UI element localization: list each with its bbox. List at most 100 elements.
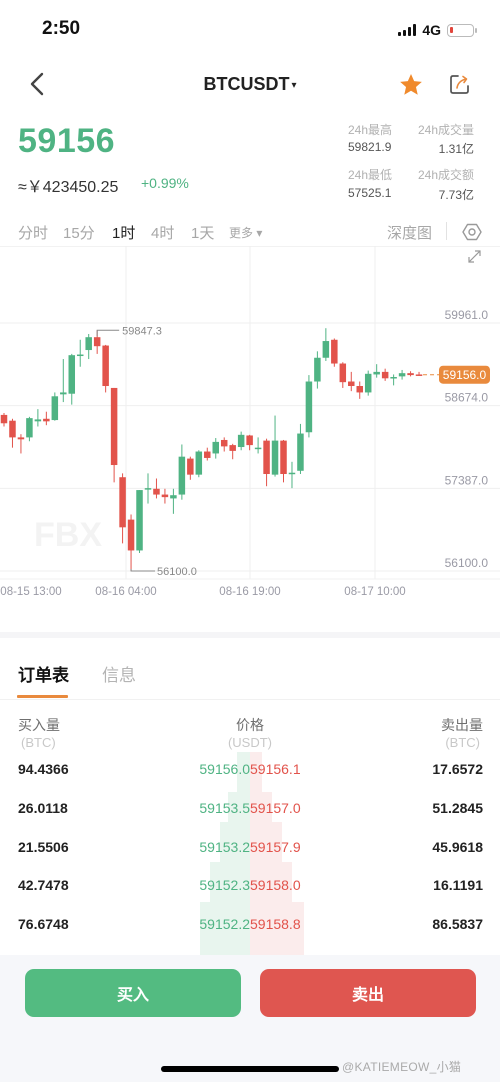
symbol-title: BTCUSDT [203, 74, 290, 94]
bid-price: 59153.2 [199, 839, 250, 855]
tab-info[interactable]: 信息 [102, 661, 136, 686]
bid-qty: 94.4366 [18, 761, 69, 777]
candlestick-chart[interactable]: FBX 59961.0 58674.0 57387.0 56100.0 59847.3 56… [0, 246, 500, 606]
candle-body [119, 477, 126, 528]
candle-body [415, 374, 423, 376]
candle-body [212, 441, 219, 454]
candle-body [339, 363, 347, 383]
share-button[interactable] [449, 73, 471, 95]
timeframe-bar: 分时 15分 1时 4时 1天 更多 ▾ 深度图 [0, 222, 500, 242]
candle-body [110, 387, 118, 466]
ask-qty-header: 卖出量 [441, 717, 483, 733]
candle-body [93, 337, 101, 347]
timeframe-more-dropdown[interactable]: 更多 ▾ [229, 224, 262, 241]
y-axis-tick-label: 58674.0 [445, 391, 489, 405]
x-axis-tick-label: 08-15 13:00 [0, 586, 61, 598]
caret-down-icon: ▾ [291, 79, 297, 91]
x-axis-tick-label: 08-16 19:00 [219, 586, 280, 598]
candle-body [381, 371, 389, 379]
candle-body [373, 371, 380, 375]
symbol-selector[interactable]: BTCUSDT ▾ [0, 74, 500, 95]
favorite-button[interactable] [398, 72, 424, 98]
candle-body [76, 354, 84, 357]
candle-body [178, 456, 186, 495]
signal-icon [398, 24, 417, 36]
candle-body [0, 414, 8, 424]
candle-body [153, 488, 160, 495]
last-price: 59156 [18, 122, 116, 160]
candle-body [187, 458, 194, 475]
section-divider [0, 632, 500, 638]
bid-price: 59152.2 [199, 916, 250, 932]
bid-qty: 42.7478 [18, 877, 69, 893]
ask-qty-unit: (BTC) [445, 735, 480, 750]
candle-body [68, 355, 76, 394]
x-axis-tick-label: 08-16 04:00 [95, 586, 156, 598]
fullscreen-expand-icon[interactable] [468, 250, 481, 263]
y-axis-tick-label: 56100.0 [445, 556, 489, 570]
candle-body [136, 490, 143, 551]
candle-body [331, 339, 338, 364]
chart-watermark: FBX [34, 516, 102, 554]
timeframe-tab-4h[interactable]: 4时 [151, 222, 174, 243]
share-icon [450, 75, 469, 94]
bid-price: 59156.0 [199, 761, 250, 777]
stat-high-label: 24h最高 [348, 123, 393, 137]
candle-body [229, 445, 236, 451]
min-price-label: 56100.0 [157, 566, 197, 578]
candle-body [263, 440, 270, 475]
candle-body [85, 337, 92, 351]
candle-body [9, 420, 16, 438]
candle-body [246, 435, 253, 446]
ask-price: 59158.0 [250, 877, 301, 893]
candle-body [297, 433, 304, 471]
stat-volume-value: 1.31亿 [438, 142, 474, 156]
home-indicator [161, 1066, 339, 1072]
timeframe-tab-line[interactable]: 分时 [18, 222, 48, 243]
candle-body [314, 357, 321, 382]
candle-body [43, 418, 50, 422]
candle-body [271, 440, 279, 475]
bid-price: 59152.3 [199, 877, 250, 893]
stat-volume-label: 24h成交量 [417, 123, 474, 137]
candle-body [195, 451, 203, 475]
timeframe-tab-1d[interactable]: 1天 [191, 222, 214, 243]
status-indicators: 4G [398, 22, 477, 38]
timeframe-tab-1h[interactable]: 1时 [112, 222, 135, 243]
stat-turnover-label: 24h成交额 [417, 168, 474, 182]
candle-body [398, 373, 406, 377]
network-type: 4G [422, 22, 441, 38]
active-tab-indicator [17, 695, 68, 698]
cny-price: ≈￥423450.25 [18, 179, 119, 196]
min-marker-line [130, 569, 156, 572]
buy-button[interactable]: 买入 [25, 969, 241, 1017]
candle-body [17, 437, 25, 440]
ask-price: 59157.0 [250, 800, 301, 816]
battery-icon [447, 23, 477, 37]
candle-body [102, 345, 109, 387]
candle-body [254, 447, 262, 450]
candle-body [356, 386, 363, 393]
candle-body [305, 381, 313, 433]
price-unit: (USDT) [227, 735, 273, 750]
stat-turnover-value: 7.73亿 [438, 188, 474, 202]
ask-qty: 17.6572 [432, 761, 483, 777]
current-price-label: 59156.0 [443, 368, 487, 382]
ask-price: 59157.9 [250, 839, 301, 855]
watermark-text: @KATIEMEOW_小猫 [342, 1060, 462, 1074]
depth-chart-button[interactable]: 深度图 [387, 222, 432, 243]
ask-price: 59158.8 [250, 916, 301, 932]
candle-body [170, 495, 177, 499]
y-axis-tick-label: 57387.0 [445, 473, 489, 487]
x-axis-tick-label: 08-17 10:00 [344, 586, 405, 598]
sell-button[interactable]: 卖出 [260, 969, 476, 1017]
tab-order-book[interactable]: 订单表 [18, 661, 69, 686]
timeframe-tab-15m[interactable]: 15分 [63, 222, 95, 243]
status-time: 2:50 [42, 18, 81, 39]
candle-body [51, 396, 59, 421]
candle-body [161, 494, 169, 498]
candle-body [34, 419, 42, 422]
ask-price: 59156.1 [250, 761, 301, 777]
candle-body [60, 392, 67, 395]
settings-button[interactable] [462, 222, 482, 242]
